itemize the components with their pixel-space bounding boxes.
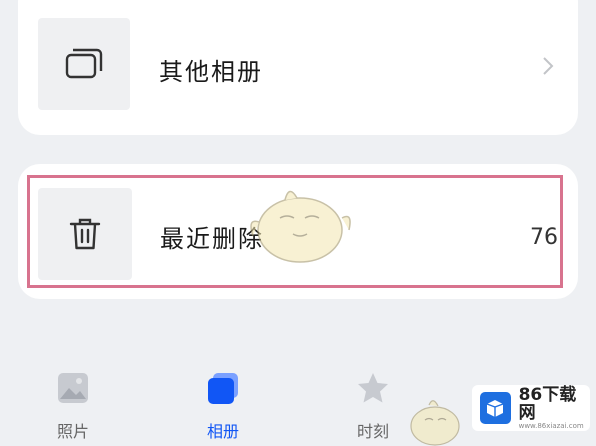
tab-albums-label: 相册 [206, 422, 239, 441]
brand-logo-icon [480, 392, 511, 424]
other-albums-thumbnail [38, 18, 130, 110]
star-icon [358, 373, 388, 403]
highlight-annotation-box [27, 175, 563, 288]
photo-icon [58, 373, 88, 403]
brand-name: 86下载网 [518, 384, 577, 423]
other-albums-label: 其他相册 [159, 58, 263, 86]
albums-card: 其他相册 [18, 0, 578, 135]
tab-photos-label: 照片 [56, 422, 89, 441]
other-albums-row[interactable]: 其他相册 [18, 18, 578, 113]
tab-moments-label: 时刻 [356, 422, 389, 441]
watermark-brand: 86下载网 www.86xiazai.com [472, 385, 590, 431]
chevron-right-icon [543, 57, 554, 75]
album-icon [208, 373, 238, 404]
album-stack-icon [65, 48, 103, 79]
brand-url: www.86xiazai.com [518, 421, 584, 430]
